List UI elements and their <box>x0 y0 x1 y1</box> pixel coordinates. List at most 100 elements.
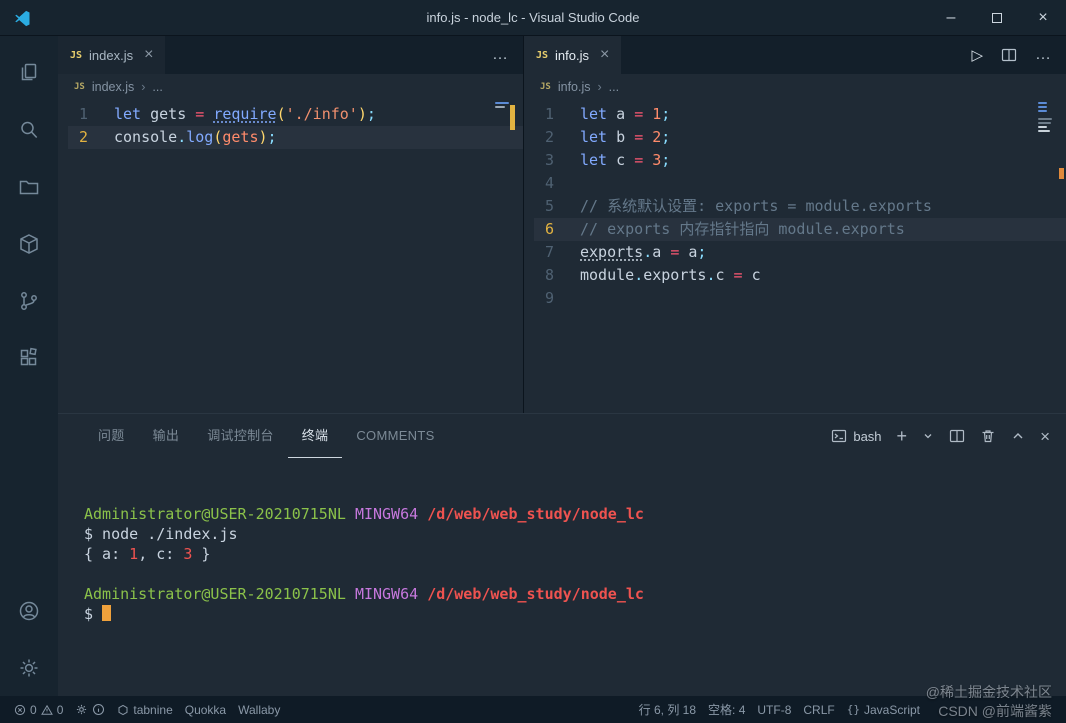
line-number: 5 <box>544 197 554 215</box>
tabnine-icon <box>118 704 128 715</box>
code-line[interactable]: 1 let a = 1; <box>534 103 1066 126</box>
eol-sequence[interactable]: CRLF <box>797 703 840 717</box>
quokka-status[interactable]: Quokka <box>179 703 232 717</box>
close-button[interactable]: × <box>1020 0 1066 35</box>
encoding[interactable]: UTF-8 <box>751 703 797 717</box>
minimize-button[interactable]: – <box>928 0 974 35</box>
shell-label: bash <box>853 428 882 444</box>
breadcrumb-file[interactable]: index.js <box>92 80 134 94</box>
source-control-icon <box>21 291 37 310</box>
breadcrumb-ellipsis[interactable]: ... <box>152 80 162 94</box>
extensions-icon <box>20 347 37 365</box>
code-line[interactable]: 4 <box>534 172 1066 195</box>
code-line[interactable]: 9 <box>534 287 1066 310</box>
breadcrumb-left[interactable]: JS index.js › ... <box>58 74 523 100</box>
breadcrumb-file[interactable]: info.js <box>558 80 591 94</box>
status-bar: 0 0 tabnine Quokka Wallaby 行 6, 列 18 空格:… <box>0 696 1066 723</box>
activity-item-explorer[interactable] <box>0 44 58 101</box>
terminal-line: $ <box>84 604 1066 624</box>
line-number: 2 <box>544 128 554 146</box>
close-panel-button[interactable]: × <box>1040 428 1050 445</box>
code-line[interactable]: 7 exports.a = a; <box>534 241 1066 264</box>
breadcrumb-right[interactable]: JS info.js › ... <box>524 74 1066 100</box>
code-line[interactable]: 8 module.exports.c = c <box>534 264 1066 287</box>
tab-bar-right: JS info.js × ▷ … <box>524 36 1066 74</box>
breadcrumb-ellipsis[interactable]: ... <box>609 80 619 94</box>
terminal-line: { a: 1, c: 3 } <box>84 545 211 563</box>
tabnine-status[interactable]: tabnine <box>111 703 178 717</box>
overview-ruler-marker[interactable] <box>510 105 515 130</box>
line-number: 7 <box>544 243 554 261</box>
split-terminal-button[interactable] <box>949 428 965 444</box>
tab-index-js[interactable]: JS index.js × <box>58 36 166 74</box>
code-line[interactable]: 6// exports 内存指针指向 module.exports <box>534 218 1066 241</box>
window-title: info.js - node_lc - Visual Studio Code <box>426 10 640 25</box>
line-number: 6 <box>544 220 554 238</box>
indentation[interactable]: 空格: 4 <box>702 701 751 718</box>
wallaby-status[interactable]: Wallaby <box>232 703 286 717</box>
panel-tab-2[interactable]: 调试控制台 <box>193 414 288 458</box>
warnings-count: 0 <box>56 702 64 717</box>
language-mode[interactable]: {} JavaScript <box>841 703 926 717</box>
error-icon <box>14 704 26 715</box>
line-number: 8 <box>544 266 554 284</box>
kill-terminal-button[interactable] <box>980 428 996 444</box>
panel-tab-3[interactable]: 终端 <box>287 414 343 458</box>
activity-item-extensions[interactable] <box>0 329 58 386</box>
split-editor-button[interactable] <box>1001 47 1017 63</box>
activity-item-search[interactable] <box>0 101 58 158</box>
code-line[interactable]: 1 let gets = require('./info'); <box>68 103 523 126</box>
package-icon <box>20 233 38 254</box>
split-terminal-icon <box>949 429 965 443</box>
minimap[interactable] <box>495 102 511 108</box>
maximize-panel-button[interactable] <box>1011 429 1025 443</box>
info-icon <box>93 703 105 716</box>
chevron-up-icon <box>1013 433 1023 439</box>
terminal-output[interactable]: Administrator@USER-20210715NL MINGW64 /d… <box>58 458 1066 624</box>
tab-info-js[interactable]: JS info.js × <box>524 36 622 74</box>
code-line[interactable]: 5// 系统默认设置: exports = module.exports <box>534 195 1066 218</box>
panel-tab-4[interactable]: COMMENTS <box>342 414 448 458</box>
warning-icon <box>40 704 53 715</box>
more-actions-icon[interactable]: … <box>492 46 509 64</box>
settings-gear-icon <box>20 659 38 676</box>
line-col-label: 行 6, 列 18 <box>638 703 697 717</box>
extension-status-icons[interactable] <box>69 703 111 716</box>
line-number: 2 <box>78 128 88 146</box>
account-icon <box>19 601 39 620</box>
run-file-button[interactable]: ▷ <box>971 46 983 64</box>
panel-tab-1[interactable]: 输出 <box>139 414 194 458</box>
code-line[interactable]: 3 let c = 3; <box>534 149 1066 172</box>
code-editor-info-js[interactable]: 1 let a = 1; 2 let b = 2; 3 let c = 3; 4 5// 系统… <box>524 100 1066 310</box>
quokka-label: Quokka <box>184 702 227 717</box>
code-line[interactable]: 2 let b = 2; <box>534 126 1066 149</box>
errors-count: 0 <box>30 702 37 717</box>
code-editor-index-js[interactable]: 1 let gets = require('./info'); 2 console.l… <box>58 100 523 149</box>
language-label: JavaScript <box>863 702 920 717</box>
activity-item-source-control[interactable] <box>0 272 58 329</box>
search-icon <box>21 121 38 138</box>
activity-item-account[interactable] <box>0 582 58 639</box>
new-terminal-button[interactable]: + <box>897 427 908 445</box>
cursor-position[interactable]: 行 6, 列 18 <box>633 701 702 718</box>
breadcrumb-separator: › <box>597 80 602 94</box>
activity-item-package[interactable] <box>0 215 58 272</box>
wallaby-label: Wallaby <box>238 702 281 717</box>
line-number: 9 <box>544 289 554 307</box>
code-line[interactable]: 2 console.log(gets); <box>68 126 523 149</box>
activity-item-folder[interactable] <box>0 158 58 215</box>
panel-tab-0[interactable]: 问题 <box>84 414 139 458</box>
maximize-button[interactable] <box>974 0 1020 35</box>
maximize-icon <box>992 12 1002 23</box>
tab-close-icon[interactable]: × <box>144 47 153 63</box>
js-file-icon: JS <box>540 82 551 92</box>
problems-indicator[interactable]: 0 0 <box>8 703 69 717</box>
overview-ruler-marker[interactable] <box>1059 168 1064 179</box>
shell-selector[interactable]: bash <box>831 428 882 444</box>
more-actions-icon[interactable]: … <box>1035 46 1052 64</box>
terminal-dropdown-button[interactable] <box>922 430 934 442</box>
activity-item-settings[interactable] <box>0 639 58 696</box>
minimap[interactable] <box>1038 102 1054 132</box>
tab-bar-left: JS index.js × … <box>58 36 523 74</box>
tab-close-icon[interactable]: × <box>600 47 609 63</box>
